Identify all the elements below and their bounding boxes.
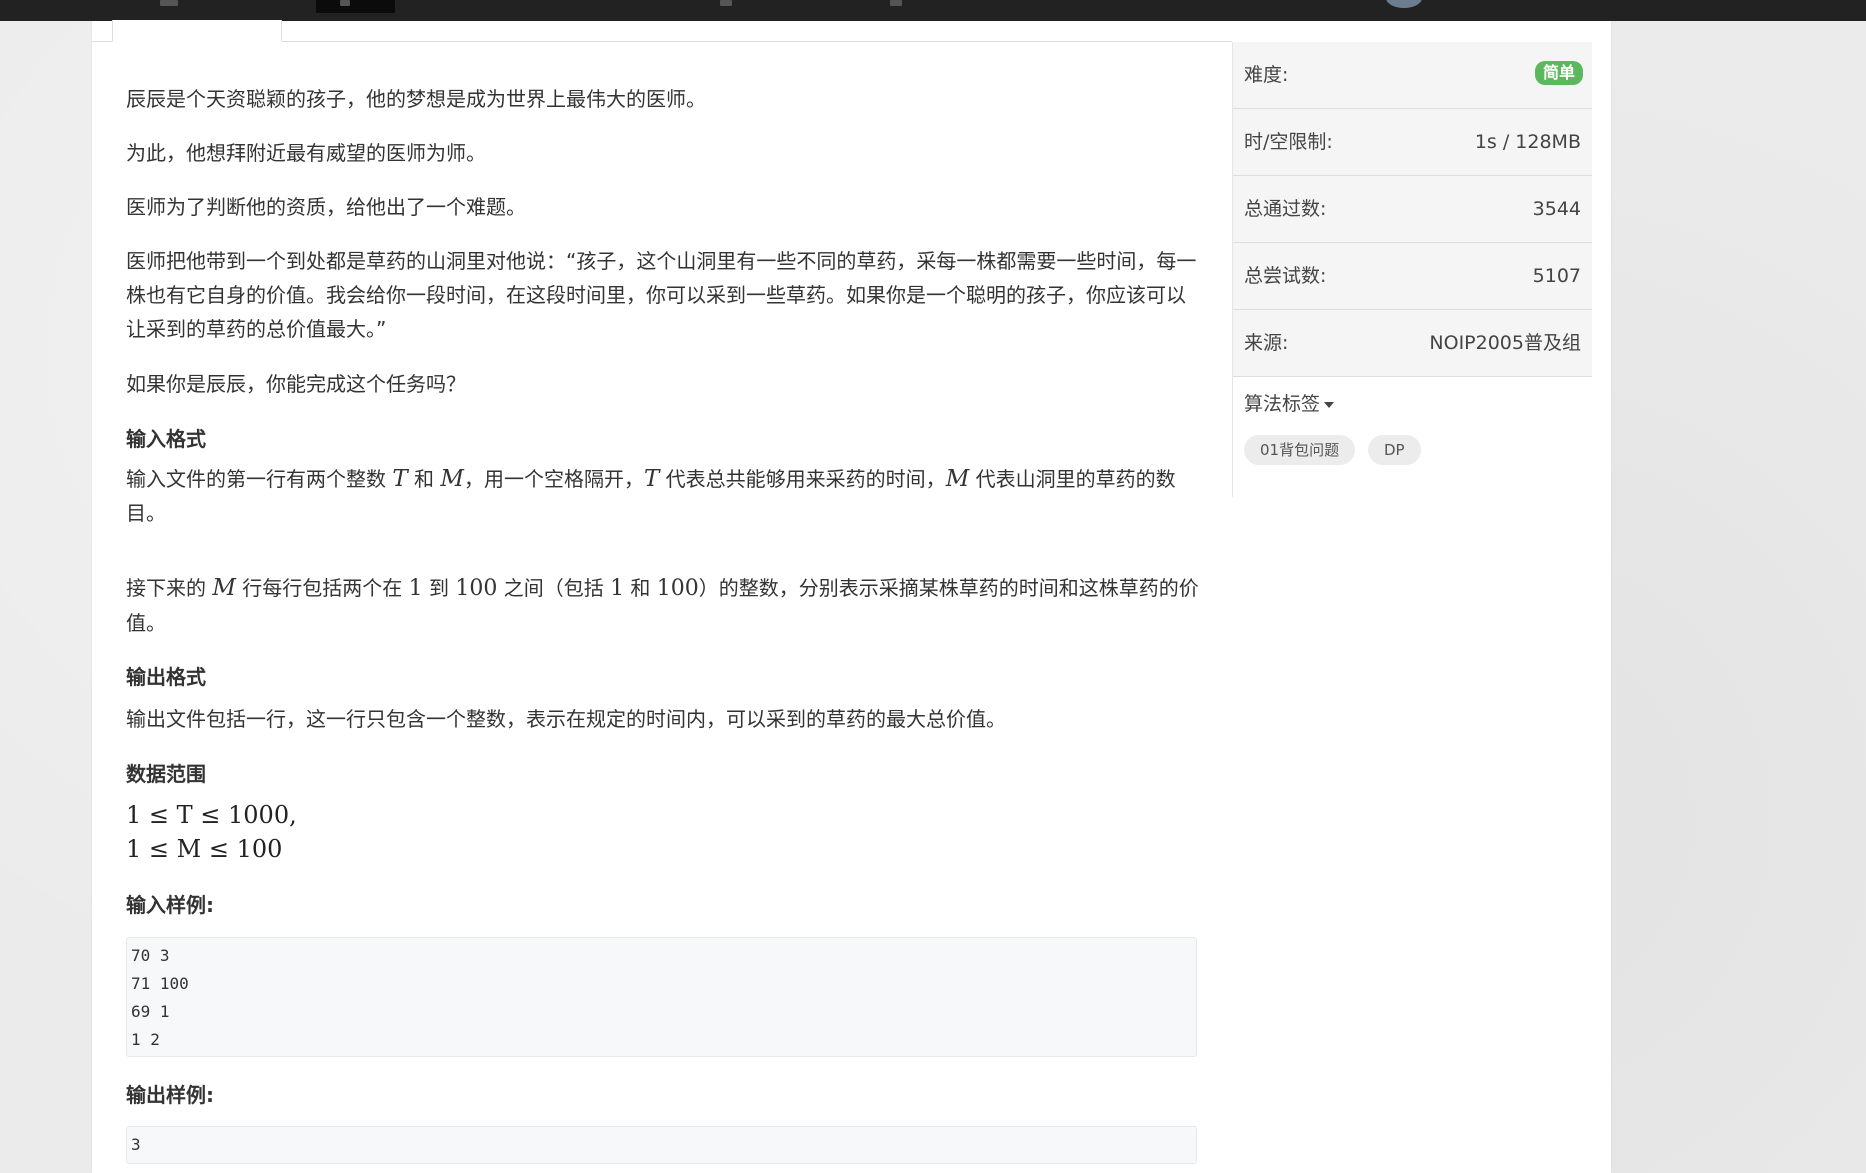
algorithm-tags: 算法标签 01背包问题 DP [1233,377,1592,497]
data-range-line: 1 ≤ T ≤ 1000, [126,801,297,829]
data-range-line: 1 ≤ M ≤ 100 [126,835,283,863]
intro-paragraph: 辰辰是个天资聪颖的孩子，他的梦想是成为世界上最伟大的医师。 [126,87,706,111]
problem-container: 辰辰是个天资聪颖的孩子，他的梦想是成为世界上最伟大的医师。 为此，他想拜附近最有… [92,20,1611,1173]
nav-icon[interactable] [160,0,178,6]
data-range-heading: 数据范围 [126,762,206,786]
nav-active-item[interactable] [316,0,395,13]
passed-value: 3544 [1532,198,1581,220]
intro-paragraph: 如果你是辰辰，你能完成这个任务吗？ [126,372,466,396]
passed-row: 总通过数: 3544 [1233,176,1592,243]
tried-label: 总尝试数: [1244,265,1327,287]
tag-dp[interactable]: DP [1368,435,1421,465]
output-sample-box[interactable]: 3 [126,1126,1197,1164]
code-line: 3 [131,1135,141,1154]
limit-row: 时/空限制: 1s / 128MB [1233,109,1592,176]
input-sample-box[interactable]: 70 3 71 100 69 1 1 2 [126,937,1197,1057]
difficulty-row: 难度: 简单 [1233,42,1592,109]
code-line: 69 1 [131,1002,170,1021]
intro-paragraph: 为此，他想拜附近最有威望的医师为师。 [126,141,486,165]
tag-01-knapsack[interactable]: 01背包问题 [1244,435,1356,465]
top-navbar [0,0,1866,21]
output-sample-heading: 输出样例: [126,1083,214,1107]
input-sample-heading: 输入样例: [126,893,214,917]
input-format-paragraph: 输入文件的第一行有两个整数 T 和 M，用一个空格隔开，T 代表总共能够用来采药… [126,466,1176,525]
passed-label: 总通过数: [1244,198,1327,220]
source-label: 来源: [1244,332,1289,354]
nav-icon[interactable] [890,0,902,6]
problem-tabs [92,20,1232,42]
intro-paragraph: 医师把他带到一个到处都是草药的山洞里对他说：“孩子，这个山洞里有一些不同的草药，… [126,249,1197,341]
code-line: 70 3 [131,946,170,965]
output-format-paragraph: 输出文件包括一行，这一行只包含一个整数，表示在规定的时间内，可以采到的草药的最大… [126,707,1006,731]
intro-paragraph: 医师为了判断他的资质，给他出了一个难题。 [126,195,526,219]
nav-icon[interactable] [340,0,350,6]
limit-value: 1s / 128MB [1474,131,1581,153]
limit-label: 时/空限制: [1244,131,1333,153]
output-format-heading: 输出格式 [126,665,206,689]
input-format-heading: 输入格式 [126,427,206,451]
nav-icon[interactable] [720,0,732,6]
tried-value: 5107 [1532,265,1581,287]
source-value[interactable]: NOIP2005普及组 [1429,310,1581,376]
avatar[interactable] [1386,0,1422,8]
source-row: 来源: NOIP2005普及组 [1233,310,1592,377]
tab-description[interactable] [112,20,282,42]
difficulty-badge: 简单 [1534,61,1583,85]
code-line: 71 100 [131,974,189,993]
caret-down-icon [1324,401,1335,408]
input-format-paragraph: 接下来的 M 行每行包括两个在 1 到 100 之间（包括 1 和 100）的整… [126,575,1199,635]
tags-label: 算法标签 [1244,393,1321,415]
tried-row: 总尝试数: 5107 [1233,243,1592,310]
tags-toggle[interactable]: 算法标签 [1244,389,1335,419]
code-line: 1 2 [131,1030,160,1049]
problem-info-sidebar: 难度: 简单 时/空限制: 1s / 128MB 总通过数: 3544 总尝试数… [1232,42,1592,497]
difficulty-label: 难度: [1244,64,1289,86]
